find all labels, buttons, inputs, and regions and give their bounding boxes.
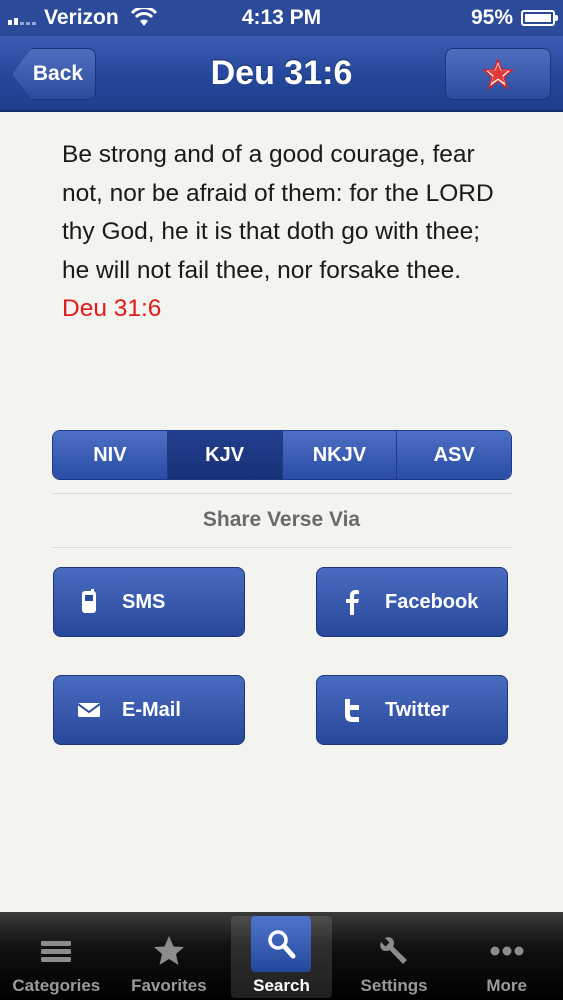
sms-button[interactable]: SMS: [53, 567, 245, 637]
verse-reference: Deu 31:6: [62, 295, 162, 322]
verse-text: Be strong and of a good courage, fear no…: [62, 136, 512, 329]
sms-label: SMS: [122, 590, 166, 613]
tab-favorites[interactable]: Favorites: [113, 912, 226, 1000]
facebook-icon: [346, 590, 359, 615]
phone-icon: [82, 589, 96, 613]
list-icon: [41, 941, 72, 962]
star-icon: [482, 58, 514, 90]
facebook-button[interactable]: Facebook: [316, 567, 508, 637]
status-bar: Verizon 4:13 PM 95%: [0, 0, 563, 36]
battery-info: 95%: [470, 6, 558, 30]
favorite-button[interactable]: [445, 48, 551, 100]
translation-niv[interactable]: NIV: [53, 431, 168, 479]
page-title: Deu 31:6: [210, 54, 353, 92]
tab-label: More: [486, 976, 527, 995]
tab-label: Settings: [360, 976, 428, 995]
back-button[interactable]: Back: [12, 48, 96, 100]
content-area: Be strong and of a good courage, fear no…: [0, 112, 563, 912]
tab-label: Favorites: [131, 976, 207, 995]
tab-label: Search: [253, 976, 310, 995]
navigation-bar: Back Deu 31:6: [0, 36, 563, 112]
twitter-label: Twitter: [385, 698, 450, 721]
share-title: Share Verse Via: [202, 508, 361, 531]
tab-settings[interactable]: Settings: [338, 912, 451, 1000]
tab-label: Categories: [12, 976, 101, 995]
battery-icon: [521, 10, 558, 26]
tab-bar: Categories Favorites Search Settings Mor…: [0, 912, 563, 1000]
verse-body: Be strong and of a good courage, fear no…: [62, 141, 494, 284]
divider: [52, 547, 512, 548]
translation-nkjv[interactable]: NKJV: [282, 431, 398, 479]
translation-asv[interactable]: ASV: [397, 431, 511, 479]
search-icon: [268, 930, 296, 959]
mail-icon: [78, 703, 100, 717]
translation-selector: NIV KJV NKJV ASV: [52, 430, 512, 480]
email-button[interactable]: E-Mail: [53, 675, 245, 745]
twitter-button[interactable]: Twitter: [316, 675, 508, 745]
tab-categories[interactable]: Categories: [0, 912, 113, 1000]
wrench-icon: [380, 937, 408, 964]
facebook-label: Facebook: [385, 590, 479, 613]
divider: [52, 493, 512, 494]
battery-percent: 95%: [470, 6, 513, 29]
star-icon: [153, 936, 184, 965]
tab-more[interactable]: More: [450, 912, 563, 1000]
tab-search[interactable]: Search: [225, 912, 338, 1000]
more-icon: [490, 946, 524, 956]
translation-kjv[interactable]: KJV: [167, 431, 283, 479]
email-label: E-Mail: [122, 698, 181, 721]
twitter-icon: [345, 699, 359, 722]
